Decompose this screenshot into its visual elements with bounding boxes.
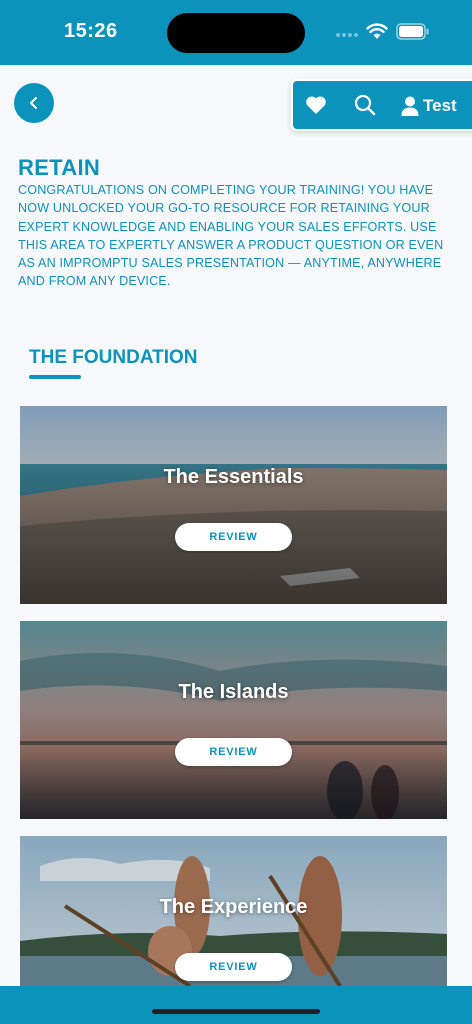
top-action-bar: Test (291, 79, 472, 131)
section-title: THE FOUNDATION (29, 347, 198, 368)
card-title: The Experience (159, 896, 308, 918)
bottom-bar (0, 986, 472, 1024)
card-image-beach (20, 406, 447, 604)
user-icon (401, 96, 419, 116)
dynamic-island (167, 13, 305, 53)
card-the-essentials[interactable]: The Essentials REVIEW (20, 406, 447, 604)
review-button[interactable]: REVIEW (175, 738, 292, 766)
status-bar: 15:26 (0, 0, 472, 65)
review-button[interactable]: REVIEW (175, 523, 292, 551)
section-underline (29, 375, 81, 379)
home-indicator[interactable] (152, 1009, 320, 1014)
status-time: 15:26 (64, 20, 118, 42)
card-image-sunset (20, 621, 447, 819)
page-description: CONGRATULATIONS ON COMPLETING YOUR TRAIN… (18, 183, 444, 289)
card-the-islands[interactable]: The Islands REVIEW (20, 621, 447, 819)
card-the-experience[interactable]: The Experience REVIEW (20, 836, 447, 986)
heart-icon[interactable] (305, 95, 327, 115)
back-chevron-icon (30, 97, 37, 109)
wifi-icon (366, 23, 388, 39)
user-name: Test (423, 96, 457, 115)
signal-icon (336, 33, 358, 37)
card-title: The Islands (178, 681, 289, 703)
back-button[interactable] (14, 83, 54, 123)
page-title: RETAIN (18, 155, 101, 180)
card-title: The Essentials (163, 466, 304, 488)
user-profile-button[interactable]: Test (401, 94, 457, 118)
battery-icon (396, 23, 429, 40)
search-icon[interactable] (354, 94, 376, 116)
review-button[interactable]: REVIEW (175, 953, 292, 981)
